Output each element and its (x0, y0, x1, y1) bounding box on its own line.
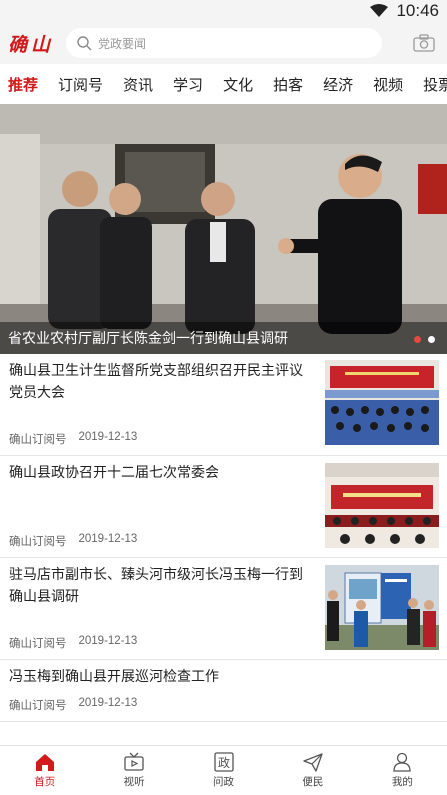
news-thumbnail (325, 360, 439, 445)
news-date: 2019-12-13 (78, 431, 138, 443)
tab-3[interactable]: 学习 (173, 74, 203, 95)
send-icon (303, 753, 323, 772)
news-title: 冯玉梅到确山县开展巡河检查工作 (9, 669, 219, 685)
news-title: 确山县卫生计生监督所党支部组织召开民主评议党员大会 (9, 363, 303, 401)
tab-4[interactable]: 文化 (223, 74, 253, 95)
nav-video[interactable]: 视听 (89, 746, 178, 795)
tab-8[interactable]: 投票 (423, 74, 447, 95)
nav-label: 我的 (391, 776, 413, 788)
search-input[interactable]: 党政要闻 (66, 28, 382, 58)
tab-7[interactable]: 视频 (373, 74, 403, 95)
news-meta: 确山订阅号 2019-12-13 (9, 635, 137, 651)
news-item[interactable]: 确山县政协召开十二届七次常委会 确山订阅号 2019-12-13 (0, 456, 447, 558)
tab-2[interactable]: 资讯 (123, 74, 153, 95)
bottom-nav: 首页 视听 政 问政 便民 我的 (0, 745, 447, 795)
carousel-dot (428, 336, 435, 343)
news-item[interactable]: 驻马店市副市长、臻头河市级河长冯玉梅一行到确山县调研 确山订阅号 2019-12… (0, 558, 447, 660)
carousel-indicator (414, 336, 435, 343)
news-list: 确山县卫生计生监督所党支部组织召开民主评议党员大会 确山订阅号 2019-12-… (0, 354, 447, 722)
status-bar: 10:46 (0, 0, 447, 22)
wifi-icon (370, 4, 389, 17)
news-meta: 确山订阅号 2019-12-13 (9, 431, 137, 447)
search-icon (77, 36, 92, 51)
nav-label: 首页 (34, 776, 56, 788)
news-source: 确山订阅号 (9, 700, 67, 712)
tab-6[interactable]: 经济 (323, 74, 353, 95)
status-time: 10:46 (396, 1, 439, 20)
news-thumbnail (325, 463, 439, 548)
news-date: 2019-12-13 (78, 533, 138, 545)
banner-photo (0, 104, 447, 354)
nav-label: 问政 (213, 776, 235, 788)
tv-icon (124, 752, 144, 771)
banner-caption: 省农业农村厅副厅长陈金剑一行到确山县调研 (0, 322, 447, 354)
tab-1[interactable]: 订阅号 (58, 74, 103, 95)
carousel-dot (414, 336, 421, 343)
zheng-glyph: 政 (218, 756, 230, 770)
nav-label: 便民 (302, 776, 324, 788)
nav-home[interactable]: 首页 (0, 746, 89, 795)
nav-service[interactable]: 便民 (268, 746, 357, 795)
app-header: 确山 党政要闻 (0, 22, 447, 64)
nav-wenzheng[interactable]: 政 问政 (179, 746, 268, 795)
home-icon (35, 754, 54, 771)
user-icon (393, 752, 411, 772)
news-title: 确山县政协召开十二届七次常委会 (9, 465, 219, 481)
banner-carousel[interactable]: 省农业农村厅副厅长陈金剑一行到确山县调研 (0, 104, 447, 354)
tab-0[interactable]: 推荐 (8, 74, 38, 95)
category-tabs: 推荐 订阅号 资讯 学习 文化 拍客 经济 视频 投票 (0, 64, 447, 104)
news-item[interactable]: 冯玉梅到确山县开展巡河检查工作 确山订阅号 2019-12-13 (0, 660, 447, 722)
news-title: 驻马店市副市长、臻头河市级河长冯玉梅一行到确山县调研 (9, 567, 303, 605)
app-logo: 确山 (8, 33, 55, 56)
news-item[interactable]: 确山县卫生计生监督所党支部组织召开民主评议党员大会 确山订阅号 2019-12-… (0, 354, 447, 456)
news-meta: 确山订阅号 2019-12-13 (9, 533, 137, 549)
zheng-icon: 政 (213, 752, 234, 772)
tab-5[interactable]: 拍客 (273, 74, 303, 95)
news-source: 确山订阅号 (9, 638, 67, 650)
news-source: 确山订阅号 (9, 434, 67, 446)
news-source: 确山订阅号 (9, 536, 67, 548)
news-date: 2019-12-13 (78, 697, 138, 709)
news-date: 2019-12-13 (78, 635, 138, 647)
news-thumbnail (325, 565, 439, 650)
camera-icon[interactable] (413, 34, 435, 52)
nav-mine[interactable]: 我的 (358, 746, 447, 795)
news-meta: 确山订阅号 2019-12-13 (9, 697, 137, 713)
nav-label: 视听 (123, 776, 145, 788)
search-placeholder: 党政要闻 (98, 36, 147, 51)
